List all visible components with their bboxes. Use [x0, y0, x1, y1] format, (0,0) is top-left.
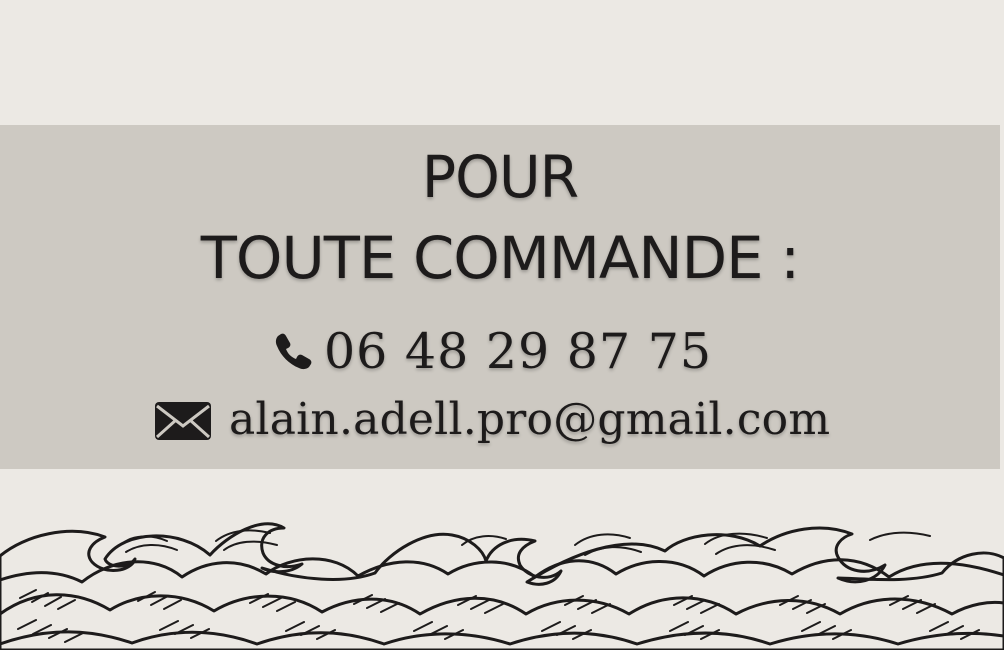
- phone-number[interactable]: 06 48 29 87 75: [324, 327, 712, 376]
- waves-illustration: [0, 522, 1004, 650]
- contact-band: POUR TOUTE COMMANDE : 06 48 29 87 75 ala…: [0, 125, 1000, 469]
- email-address[interactable]: alain.adell.pro@gmail.com: [229, 398, 830, 442]
- phone-contact-row[interactable]: 06 48 29 87 75: [272, 322, 712, 378]
- phone-icon: [272, 329, 314, 371]
- heading-line-2: TOUTE COMMANDE :: [200, 224, 800, 292]
- heading-line-1: POUR: [421, 143, 579, 211]
- email-contact-row[interactable]: alain.adell.pro@gmail.com: [154, 391, 830, 451]
- envelope-icon: [154, 401, 212, 441]
